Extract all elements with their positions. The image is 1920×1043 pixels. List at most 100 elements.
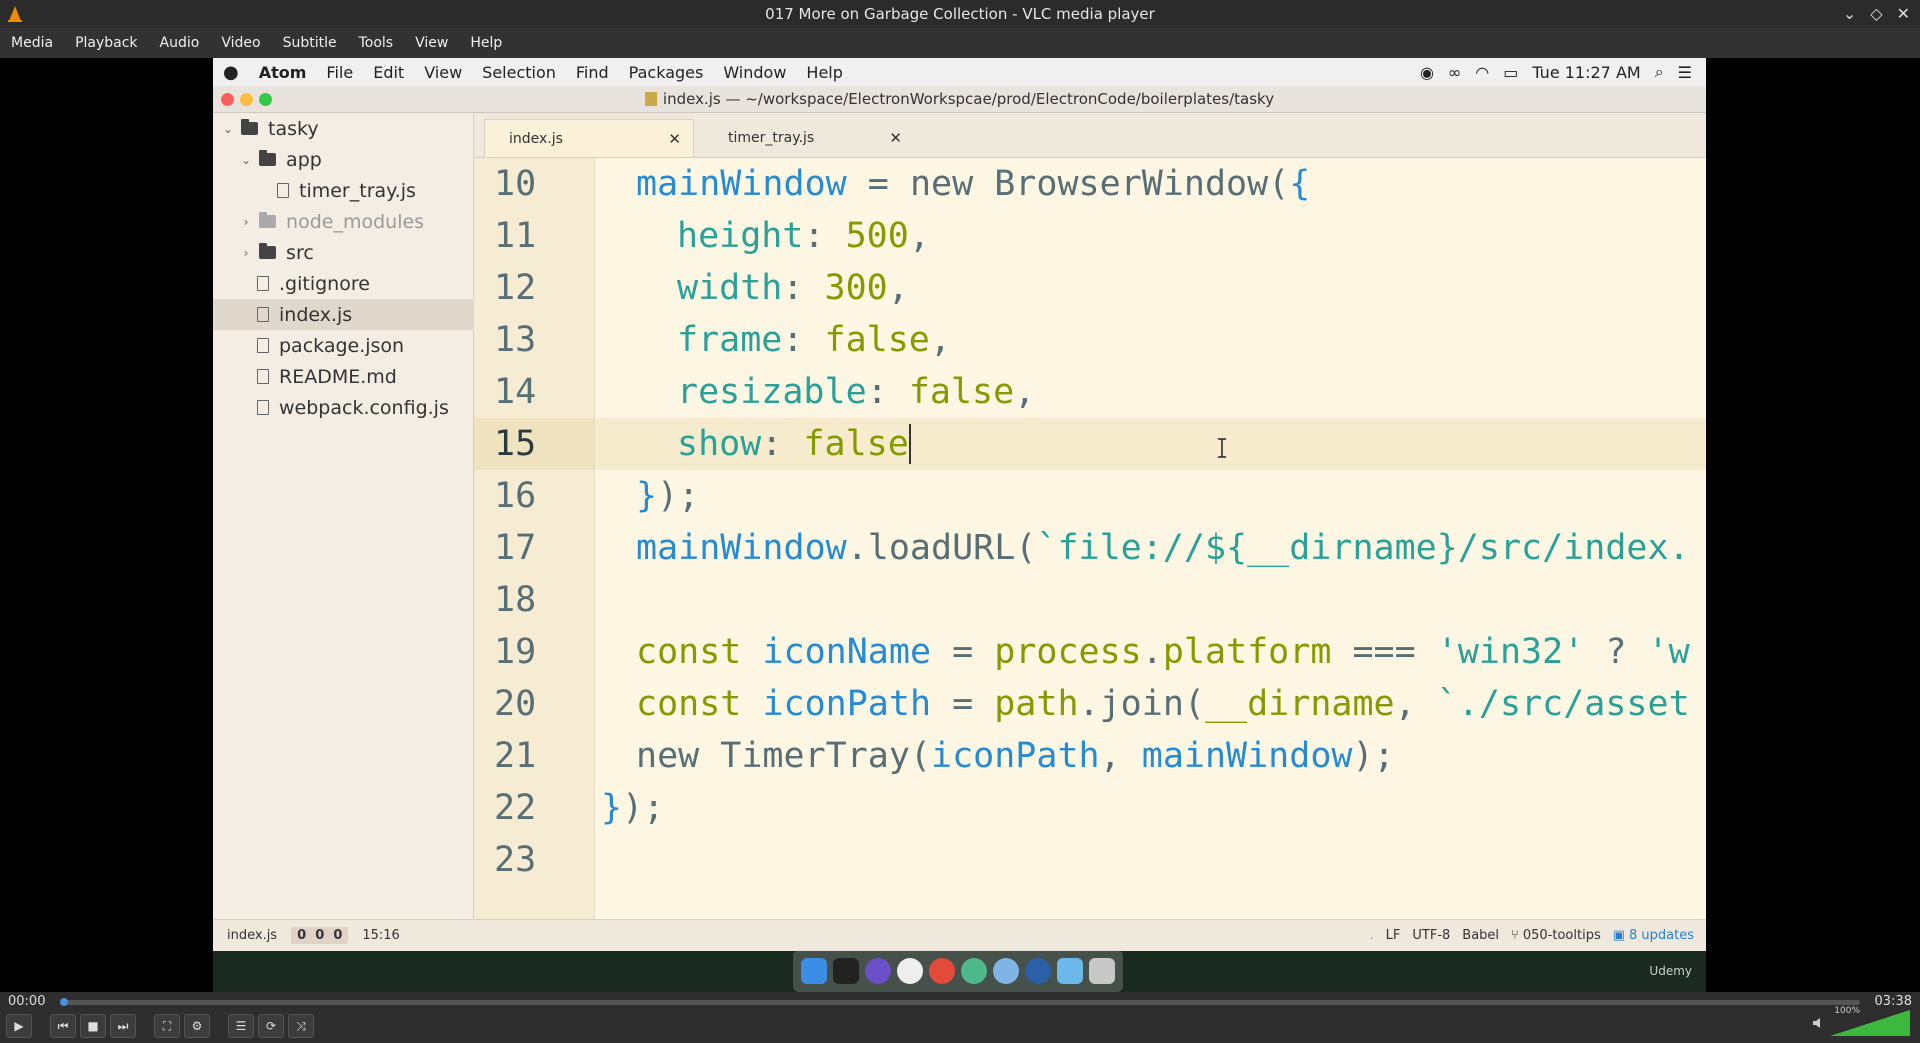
menu-audio[interactable]: Audio [149,35,211,51]
code-line-10: mainWindow = new BrowserWindow({ [595,158,1310,210]
menu-tools[interactable]: Tools [348,35,405,51]
code-editor: 10 11 12 13 14 15 16 17 18 19 20 21 22 2… [474,158,1706,919]
stop-button[interactable]: ■ [80,1014,106,1038]
code-token: const [636,684,763,724]
lint-warning-count: 0 [315,928,325,943]
atom-window-title: index.js — ~/workspace/ElectronWorkspcae… [662,90,1275,108]
close-icon[interactable]: ✕ [1897,4,1910,23]
code-token: : [782,320,825,360]
code-line-16: }); [595,470,699,522]
menu-playback[interactable]: Playback [64,35,148,51]
chevron-down-icon: ⌄ [222,121,234,136]
minimize-icon[interactable]: ⌄ [1843,4,1856,23]
menu-media[interactable]: Media [0,35,64,51]
close-icon: ✕ [668,130,681,148]
code-token: } [636,476,658,516]
code-token: `file://${__dirname}/src/index. [1036,528,1690,568]
tree-folder-src: › src [213,237,499,268]
code-token: 'w [1647,632,1690,672]
tree-label: tasky [268,117,319,140]
tab-timer-tray-js: timer_tray.js ✕ [704,119,914,157]
udemy-watermark: Udemy [1649,964,1692,978]
speaker-icon[interactable] [1812,1016,1826,1030]
code-token: `./src/asset [1436,684,1690,724]
play-button[interactable]: ▶ [6,1014,32,1038]
seek-bar[interactable] [60,998,1860,1006]
code-token: mainWindow [1141,736,1353,776]
extended-settings-button[interactable]: ⚙ [184,1014,210,1038]
list-icon: ☰ [1677,62,1692,82]
trash-icon [1089,958,1115,984]
code-token: : [782,268,825,308]
code-token: iconName [762,632,932,672]
chevron-right-icon: › [243,245,249,260]
menu-subtitle[interactable]: Subtitle [272,35,348,51]
tree-label: README.md [279,365,397,388]
menu-view[interactable]: View [404,35,459,51]
fullscreen-button[interactable]: ⛶ [154,1014,180,1038]
mac-menu-window: Window [723,62,787,82]
code-token: new TimerTray( [636,736,932,776]
git-branch-icon: ⑂ [1511,928,1519,943]
mac-menu-view: View [424,62,463,82]
tree-folder-tasky: ⌄ tasky [213,113,481,144]
folder-icon [259,243,277,259]
status-branch: 050-tooltips [1522,928,1601,943]
mac-menu-edit: Edit [373,62,405,82]
line-number: 13 [494,320,537,360]
status-grammar: Babel [1462,928,1500,943]
menu-video[interactable]: Video [210,35,271,51]
code-token: false [803,424,909,464]
seek-handle[interactable] [60,998,68,1006]
code-token: = [931,632,995,672]
code-token: , [887,268,909,308]
next-button[interactable]: ⏭ [110,1014,136,1038]
code-token: iconPath [762,684,932,724]
quicktime-icon [1025,958,1051,984]
glasses-icon: ∞ [1447,62,1462,82]
line-number: 11 [494,216,537,256]
line-number: 20 [494,684,537,724]
code-token: process [994,632,1142,672]
maximize-icon[interactable]: ◇ [1870,4,1882,23]
code-token: ? [1584,632,1648,672]
code-token: , [1394,684,1437,724]
code-token: , [929,320,951,360]
updates-icon: ▣ [1612,928,1626,943]
video-frame: ● Atom File Edit View Selection Find Pac… [213,58,1706,992]
status-right: . LF UTF-8 Babel ⑂ 050-tooltips ▣ 8 upda… [1370,920,1694,951]
tab-label: timer_tray.js [728,130,815,146]
volume-slider[interactable] [1830,1010,1910,1036]
shuffle-button[interactable]: ⤨ [288,1014,314,1038]
atom-window: index.js — ~/workspace/ElectronWorkspcae… [213,86,1706,951]
line-number: 17 [494,528,537,568]
mac-menu-help: Help [806,62,843,82]
file-icon [257,400,269,415]
status-updates: 8 updates [1629,928,1694,943]
folder-icon [259,212,277,228]
code-token: .join( [1078,684,1205,724]
status-file: index.js [227,928,278,943]
folder-icon [241,119,259,135]
code-token: BrowserWindow( [994,164,1290,204]
lint-count: 0 0 0 [291,927,349,944]
mac-menu-atom: Atom [258,62,307,82]
previous-button[interactable]: ⏮ [50,1014,76,1038]
book-icon [257,369,269,384]
code-line-20: const iconPath = path .join(__dirname, `.… [595,678,1690,730]
code-line-12: width: 300, [595,262,909,314]
tree-label: timer_tray.js [299,179,416,202]
code-line-15: show: false [595,418,911,470]
playback-buttons: ▶ ⏮ ■ ⏭ ⛶ ⚙ ☰ ⟳ ⤨ [6,1014,314,1038]
code-token: , [1099,736,1142,776]
code-token: frame [677,320,783,360]
tree-folder-app: ⌄ app [213,144,499,175]
playlist-button[interactable]: ☰ [228,1014,254,1038]
battery-icon: ▭ [1503,62,1519,82]
code-token: : [761,424,804,464]
loop-button[interactable]: ⟳ [258,1014,284,1038]
js-file-icon [644,92,657,106]
spotlight-icon: ⌕ [1654,62,1664,81]
menu-help[interactable]: Help [459,35,513,51]
vlc-menu-bar: Media Playback Audio Video Subtitle Tool… [0,28,1920,58]
